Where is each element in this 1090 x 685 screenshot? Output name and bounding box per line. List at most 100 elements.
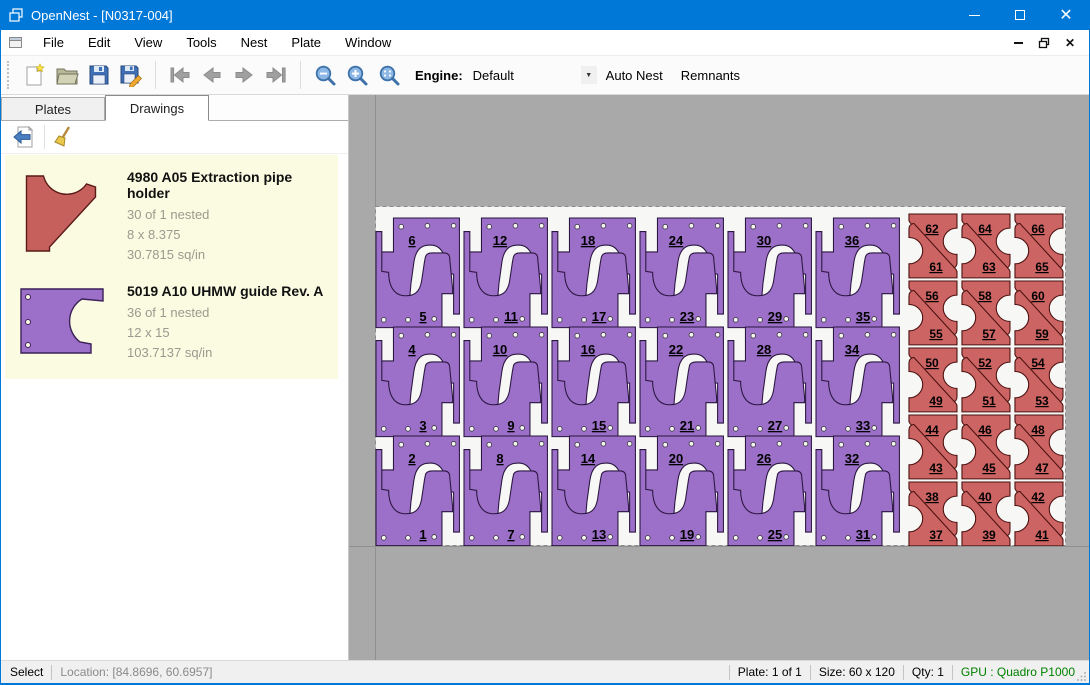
mdi-restore-button[interactable]	[1031, 32, 1057, 54]
part-number: 60	[1031, 289, 1045, 303]
part-number: 40	[978, 490, 992, 504]
part-number: 41	[1035, 528, 1049, 542]
part-number: 50	[925, 356, 939, 370]
go-previous-icon[interactable]	[196, 59, 228, 91]
drawing-size: 8 x 8.375	[127, 225, 334, 245]
part-number: 39	[982, 528, 996, 542]
part-number: 65	[1035, 260, 1049, 274]
part-number: 33	[856, 418, 870, 433]
part-number: 42	[1031, 490, 1045, 504]
part-number: 15	[592, 418, 606, 433]
part-number: 8	[496, 451, 503, 466]
part-number: 1	[419, 527, 426, 542]
part-number: 66	[1031, 222, 1045, 236]
broom-icon[interactable]	[50, 123, 80, 151]
minimize-button[interactable]	[951, 0, 997, 30]
close-button[interactable]: ✕	[1043, 0, 1089, 30]
resize-grip[interactable]	[1075, 661, 1089, 683]
zoom-in-icon[interactable]	[341, 59, 373, 91]
main-area: Plates Drawings	[1, 95, 1089, 660]
menu-nest[interactable]: Nest	[229, 31, 280, 54]
remnants-button[interactable]: Remnants	[672, 62, 749, 89]
part-number: 13	[592, 527, 606, 542]
sidebar-tab-strip: Plates Drawings	[1, 95, 348, 121]
part-number: 62	[925, 222, 939, 236]
part-number: 21	[680, 418, 694, 433]
part-number: 28	[757, 342, 771, 357]
maximize-button[interactable]	[997, 0, 1043, 30]
part-number: 9	[507, 418, 514, 433]
part-number: 48	[1031, 423, 1045, 437]
part-number: 25	[768, 527, 782, 542]
toolbar: Engine: Default ▼ Auto Nest Remnants	[1, 56, 1089, 95]
menu-tools[interactable]: Tools	[174, 31, 228, 54]
go-next-icon[interactable]	[228, 59, 260, 91]
part-number: 47	[1035, 461, 1049, 475]
engine-combobox[interactable]: Default ▼	[469, 64, 597, 86]
sidebar: Plates Drawings	[1, 95, 349, 660]
toolbar-grip[interactable]	[7, 61, 15, 89]
mdi-minimize-button[interactable]	[1005, 32, 1031, 54]
part-number: 56	[925, 289, 939, 303]
menu-edit[interactable]: Edit	[76, 31, 122, 54]
part-number: 23	[680, 309, 694, 324]
part-number: 44	[925, 423, 939, 437]
gpu-indicator: GPU : Quadro P1000	[961, 665, 1075, 679]
open-folder-icon[interactable]	[51, 59, 83, 91]
plate-guide-line-horizontal	[349, 546, 1089, 547]
drawing-area: 30.7815 sq/in	[127, 245, 334, 265]
zoom-fit-icon[interactable]	[373, 59, 405, 91]
part-number: 5	[419, 309, 426, 324]
mdi-close-button[interactable]: ✕	[1057, 32, 1083, 54]
part-shape-purple	[21, 289, 103, 353]
part-number: 14	[581, 451, 596, 466]
part-number: 52	[978, 356, 992, 370]
part-number: 55	[929, 327, 943, 341]
part-number: 35	[856, 309, 870, 324]
save-icon[interactable]	[83, 59, 115, 91]
part-number: 3	[419, 418, 426, 433]
list-item[interactable]: 4980 A05 Extraction pipe holder 30 of 1 …	[5, 161, 338, 275]
drawing-area: 103.7137 sq/in	[127, 343, 323, 363]
nest-plate[interactable]: 6512111817242330293635431091615222128273…	[375, 206, 1066, 546]
part-number: 37	[929, 528, 943, 542]
zoom-out-icon[interactable]	[309, 59, 341, 91]
part-number: 34	[845, 342, 860, 357]
drawing-thumbnail-purple	[15, 281, 123, 363]
tab-plates[interactable]: Plates	[1, 97, 105, 120]
part-number: 29	[768, 309, 782, 324]
menu-file[interactable]: File	[31, 31, 76, 54]
tab-drawings[interactable]: Drawings	[105, 95, 209, 121]
mode-indicator: Select	[1, 665, 43, 679]
import-drawing-icon[interactable]	[9, 123, 39, 151]
cursor-location: Location: [84.8696, 60.6957]	[60, 665, 212, 679]
part-number: 54	[1031, 356, 1045, 370]
plate-qty: Qty: 1	[912, 665, 944, 679]
nest-canvas[interactable]: 6512111817242330293635431091615222128273…	[349, 95, 1089, 660]
document-icon[interactable]	[1, 35, 31, 51]
list-item[interactable]: 5019 A10 UHMW guide Rev. A 36 of 1 neste…	[5, 275, 338, 373]
part-number: 18	[581, 233, 595, 248]
menu-view[interactable]: View	[122, 31, 174, 54]
part-number: 63	[982, 260, 996, 274]
part-number: 27	[768, 418, 782, 433]
part-number: 58	[978, 289, 992, 303]
save-as-icon[interactable]	[115, 59, 147, 91]
go-first-icon[interactable]	[164, 59, 196, 91]
part-number: 32	[845, 451, 859, 466]
part-number: 26	[757, 451, 771, 466]
plate-size: Size: 60 x 120	[819, 665, 895, 679]
menu-window[interactable]: Window	[333, 31, 403, 54]
chevron-down-icon[interactable]: ▼	[581, 66, 597, 84]
part-number: 30	[757, 233, 771, 248]
menu-bar: File Edit View Tools Nest Plate Window ✕	[1, 30, 1089, 56]
engine-value: Default	[469, 68, 581, 83]
part-number: 19	[680, 527, 694, 542]
auto-nest-button[interactable]: Auto Nest	[597, 62, 672, 89]
part-number: 36	[845, 233, 859, 248]
part-number: 38	[925, 490, 939, 504]
part-number: 46	[978, 423, 992, 437]
new-document-icon[interactable]	[19, 59, 51, 91]
go-last-icon[interactable]	[260, 59, 292, 91]
menu-plate[interactable]: Plate	[279, 31, 333, 54]
